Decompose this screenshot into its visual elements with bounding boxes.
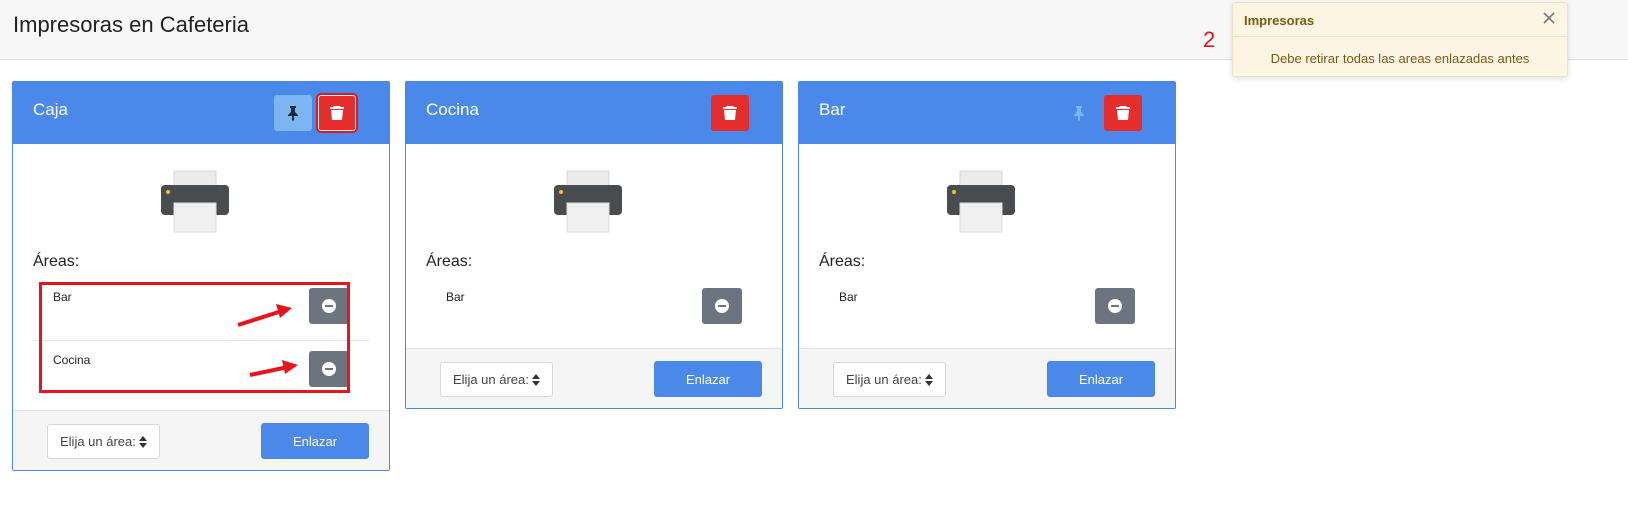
trash-icon <box>723 106 737 120</box>
printer-image <box>426 144 762 252</box>
area-row-bar: Bar <box>819 278 1155 340</box>
toast-divider <box>1233 36 1567 37</box>
card-header: Cocina <box>406 82 782 144</box>
area-select[interactable]: Elija un área: <box>833 362 946 397</box>
sort-icon <box>532 373 540 386</box>
area-select[interactable]: Elija un área: <box>47 424 160 459</box>
toast-notification: Impresoras Debe retirar todas las areas … <box>1232 2 1568 77</box>
remove-area-button[interactable] <box>1095 288 1135 324</box>
printer-icon <box>554 170 622 233</box>
card-title: Bar <box>819 100 846 119</box>
close-icon[interactable] <box>1541 10 1557 26</box>
printer-card-cocina: Cocina Áreas: Bar Elija un área: Enlazar <box>405 81 783 409</box>
printer-icon <box>161 170 229 233</box>
pin-button[interactable] <box>274 95 312 131</box>
area-select-value: Elija un área: <box>846 372 922 387</box>
pin-icon <box>1074 106 1084 121</box>
sort-icon <box>925 373 933 386</box>
area-row-bar: Bar <box>33 278 369 340</box>
annotation-arrows <box>237 304 298 377</box>
printer-card-caja: Caja Áreas: Bar Cocina Elija un área: En… <box>12 81 390 471</box>
areas-label: Áreas: <box>33 253 80 270</box>
trash-icon <box>1116 106 1130 120</box>
area-name: Bar <box>446 290 465 304</box>
annotation-marker-2: 2 <box>1203 27 1216 52</box>
areas-label: Áreas: <box>426 253 473 270</box>
trash-icon <box>330 106 344 120</box>
area-row-cocina: Cocina <box>33 340 369 402</box>
card-footer: Elija un área: Enlazar <box>13 410 389 470</box>
pin-button[interactable] <box>1060 95 1098 131</box>
minus-circle-icon <box>322 362 336 376</box>
printer-image <box>33 144 369 252</box>
area-name: Cocina <box>53 353 91 367</box>
card-title: Caja <box>33 100 68 119</box>
printer-card-bar: Bar Áreas: Bar Elija un área: Enlazar <box>798 81 1176 409</box>
toast-title: Impresoras <box>1244 13 1315 28</box>
card-header: Bar <box>799 82 1175 144</box>
remove-area-button[interactable] <box>309 351 349 387</box>
area-name: Bar <box>839 290 858 304</box>
sort-icon <box>139 435 147 448</box>
minus-circle-icon <box>715 299 729 313</box>
arrow-icon <box>237 304 298 377</box>
page-title: Impresoras en Cafeteria <box>13 12 249 37</box>
card-footer: Elija un área: Enlazar <box>406 348 782 408</box>
printer-image <box>819 144 1155 252</box>
area-select-value: Elija un área: <box>453 372 529 387</box>
remove-area-button[interactable] <box>309 288 349 324</box>
link-area-button[interactable]: Enlazar <box>1047 361 1155 397</box>
link-area-button[interactable]: Enlazar <box>261 423 369 459</box>
card-footer: Elija un área: Enlazar <box>799 348 1175 408</box>
toast-message: Debe retirar todas las areas enlazadas a… <box>1270 51 1530 66</box>
card-title: Cocina <box>426 100 479 119</box>
delete-printer-button[interactable] <box>1104 95 1142 131</box>
area-name: Bar <box>53 290 72 304</box>
minus-circle-icon <box>322 299 336 313</box>
area-row-bar: Bar <box>426 278 762 340</box>
card-header: Caja <box>13 82 389 144</box>
pin-icon <box>288 106 298 121</box>
delete-printer-button[interactable] <box>316 93 358 133</box>
minus-circle-icon <box>1108 299 1122 313</box>
link-area-button[interactable]: Enlazar <box>654 361 762 397</box>
delete-printer-button[interactable] <box>711 95 749 131</box>
areas-label: Áreas: <box>819 253 866 270</box>
area-select[interactable]: Elija un área: <box>440 362 553 397</box>
printer-icon <box>947 170 1015 233</box>
area-select-value: Elija un área: <box>60 434 136 449</box>
remove-area-button[interactable] <box>702 288 742 324</box>
